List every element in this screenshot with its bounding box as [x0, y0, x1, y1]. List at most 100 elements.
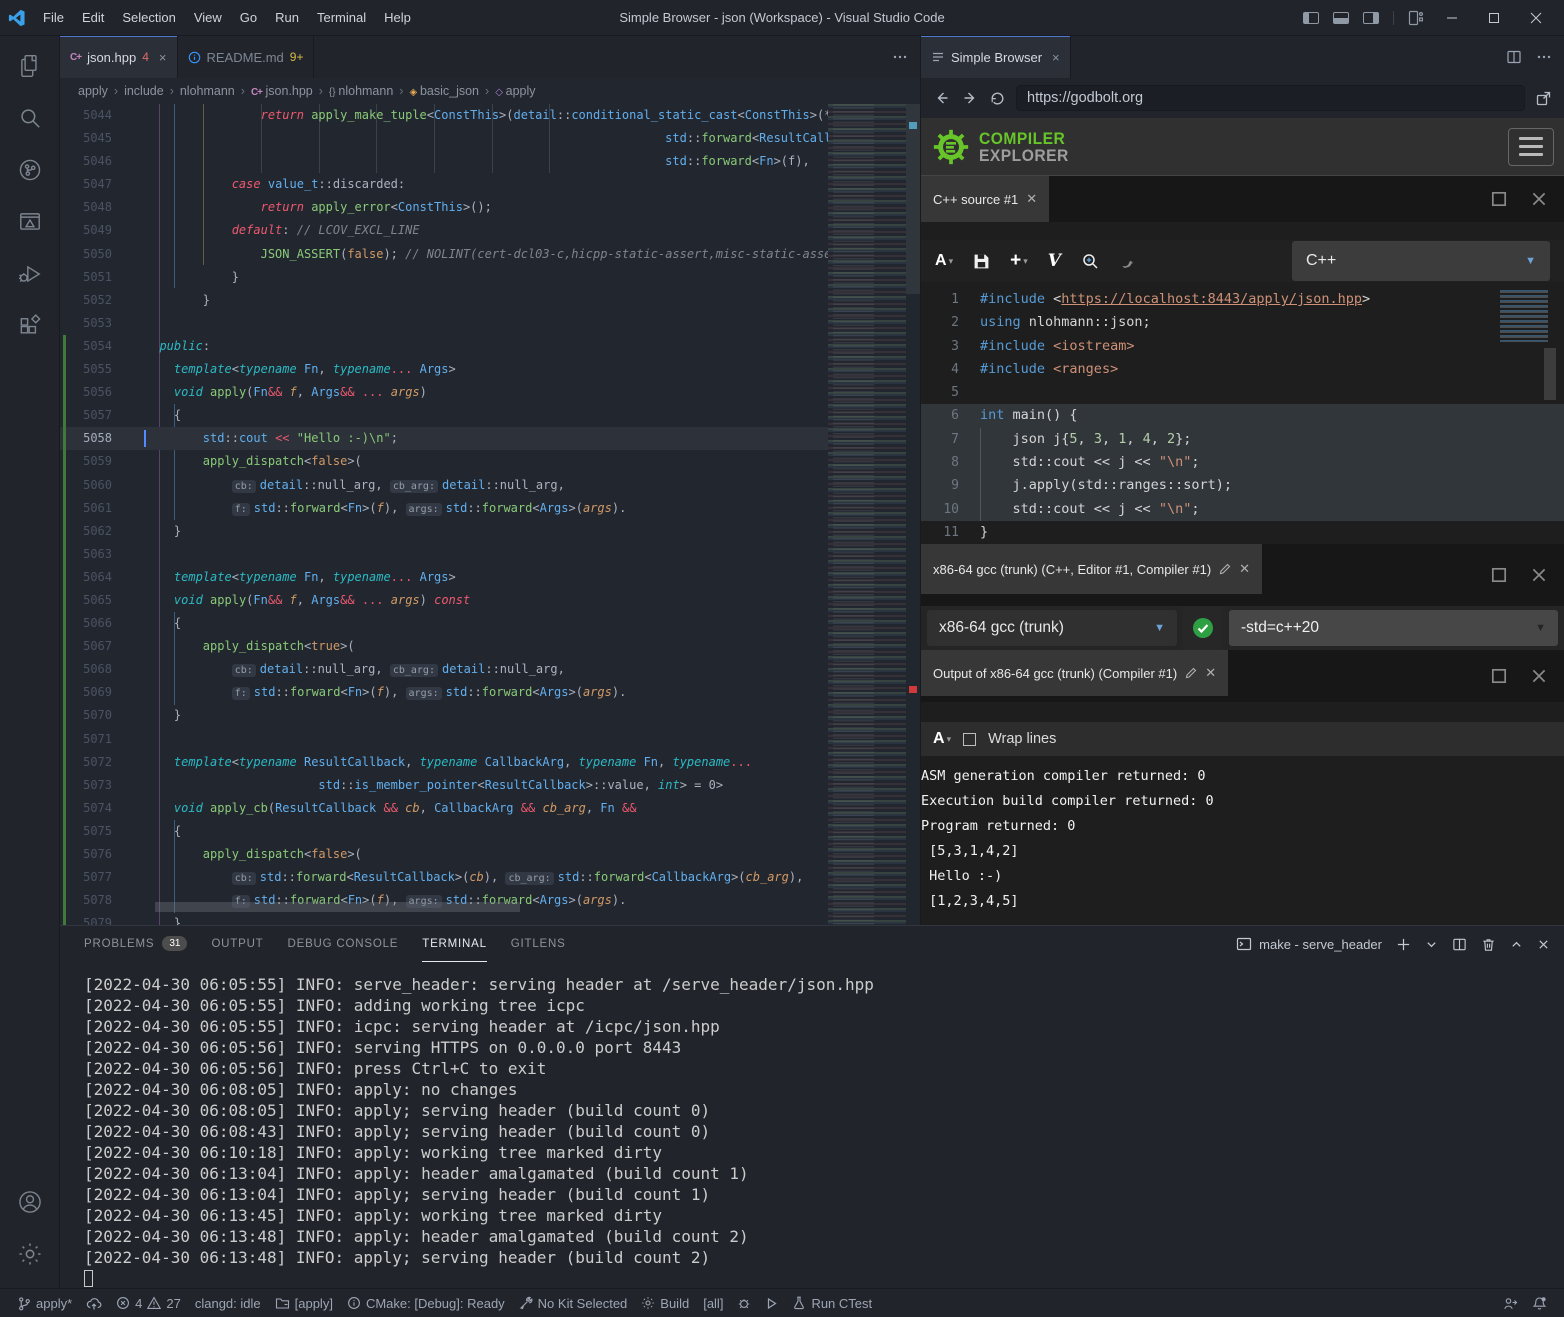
kit-status[interactable]: No Kit Selected — [512, 1289, 635, 1317]
cmake-project-status[interactable]: [apply] — [268, 1289, 340, 1317]
breadcrumb-item[interactable]: include — [124, 84, 164, 98]
run-debug-icon[interactable] — [6, 250, 54, 298]
breadcrumb-item[interactable]: C+ json.hpp — [251, 84, 313, 98]
ce-source-tab[interactable]: C++ source #1 ✕ — [921, 176, 1049, 222]
menu-selection[interactable]: Selection — [113, 0, 184, 36]
close-panel-icon[interactable] — [1537, 938, 1550, 951]
breadcrumb-item[interactable]: apply — [78, 84, 108, 98]
close-window-button[interactable] — [1522, 12, 1550, 24]
breadcrumb-item[interactable]: nlohmann — [180, 84, 235, 98]
compiler-options-input[interactable]: -std=c++20▼ — [1229, 610, 1558, 646]
split-terminal-icon[interactable] — [1452, 937, 1467, 952]
minimize-button[interactable] — [1438, 12, 1466, 24]
wrap-lines-checkbox[interactable] — [963, 733, 976, 746]
maximize-pane-icon[interactable] — [1490, 667, 1508, 685]
editor-more-actions-icon[interactable] — [892, 49, 908, 65]
edit-pane-title-icon[interactable] — [1219, 563, 1231, 575]
ce-compiler-tab[interactable]: x86-64 gcc (trunk) (C++, Editor #1, Comp… — [921, 544, 1262, 594]
feedback-icon[interactable] — [1496, 1296, 1525, 1311]
settings-gear-icon[interactable] — [6, 1230, 54, 1278]
test-explorer-icon[interactable] — [6, 198, 54, 246]
branch-status[interactable]: apply* — [10, 1289, 79, 1317]
zoom-search-icon[interactable] — [1081, 252, 1099, 270]
open-external-icon[interactable] — [1535, 90, 1552, 107]
customize-layout-icon[interactable] — [1408, 10, 1424, 26]
language-select[interactable]: C++▼ — [1292, 241, 1550, 281]
minimap[interactable] — [828, 104, 906, 925]
close-tab-icon[interactable]: × — [159, 50, 167, 65]
close-icon[interactable]: ✕ — [1239, 561, 1250, 577]
terminal-select[interactable]: make - serve_header — [1236, 936, 1382, 952]
vim-toggle-icon[interactable]: V — [1048, 251, 1061, 271]
split-editor-icon[interactable] — [1506, 49, 1522, 65]
font-size-button[interactable]: A▾ — [933, 730, 951, 748]
maximize-panel-icon[interactable] — [1510, 938, 1523, 951]
save-icon[interactable] — [973, 253, 990, 270]
maximize-pane-icon[interactable] — [1490, 566, 1508, 584]
breadcrumb-item[interactable]: ◇ apply — [495, 84, 535, 98]
terminal-dropdown-icon[interactable] — [1425, 938, 1438, 951]
notifications-bell-icon[interactable] — [1525, 1296, 1554, 1311]
toggle-secondary-sidebar-icon[interactable] — [1363, 12, 1379, 24]
tab-readme-md[interactable]: README.md 9+ — [178, 36, 315, 78]
tab-json-hpp[interactable]: C+ json.hpp 4 × — [60, 36, 178, 78]
build-button[interactable]: Build — [634, 1289, 696, 1317]
toggle-sidebar-icon[interactable] — [1303, 12, 1319, 24]
back-icon[interactable] — [933, 89, 951, 107]
menu-help[interactable]: Help — [375, 0, 420, 36]
ce-output-tab[interactable]: Output of x86-64 gcc (trunk) (Compiler #… — [921, 650, 1228, 696]
horizontal-scrollbar[interactable] — [155, 902, 520, 912]
tab-problems[interactable]: PROBLEMS 31 — [84, 926, 187, 962]
close-pane-icon[interactable] — [1530, 667, 1548, 685]
account-icon[interactable] — [6, 1178, 54, 1226]
editor-code-area[interactable]: 5044 return apply_make_tuple<ConstThis>(… — [60, 104, 920, 925]
vertical-scrollbar[interactable] — [906, 104, 920, 294]
problems-status[interactable]: 4 27 — [109, 1289, 188, 1317]
publish-status[interactable] — [79, 1289, 109, 1317]
url-input[interactable]: https://godbolt.org — [1016, 85, 1525, 111]
source-control-icon[interactable] — [6, 146, 54, 194]
tab-simple-browser[interactable]: Simple Browser × — [921, 36, 1071, 78]
close-pane-icon[interactable] — [1530, 566, 1548, 584]
bird-icon[interactable] — [1119, 252, 1137, 270]
ce-scrollbar[interactable] — [1544, 348, 1556, 400]
terminal-content[interactable]: [2022-04-30 06:05:55] INFO: serve_header… — [60, 962, 1564, 1288]
debug-button[interactable] — [730, 1289, 758, 1317]
search-icon[interactable] — [6, 94, 54, 142]
close-icon[interactable]: ✕ — [1205, 665, 1216, 681]
ctest-button[interactable]: Run CTest — [785, 1289, 879, 1317]
breadcrumb[interactable]: apply›include›nlohmann›C+ json.hpp›{} nl… — [60, 78, 920, 104]
menu-edit[interactable]: Edit — [73, 0, 113, 36]
cmake-status[interactable]: CMake: [Debug]: Ready — [340, 1289, 512, 1317]
breadcrumb-item[interactable]: {} nlohmann — [329, 84, 393, 98]
clangd-status[interactable]: clangd: idle — [188, 1289, 268, 1317]
build-target[interactable]: [all] — [696, 1289, 730, 1317]
close-icon[interactable]: ✕ — [1026, 191, 1037, 207]
menu-view[interactable]: View — [185, 0, 231, 36]
tab-output[interactable]: OUTPUT — [211, 926, 263, 962]
kill-terminal-icon[interactable] — [1481, 937, 1496, 952]
forward-icon[interactable] — [961, 89, 979, 107]
browser-more-actions-icon[interactable] — [1536, 49, 1552, 65]
new-terminal-icon[interactable] — [1396, 937, 1411, 952]
menu-file[interactable]: File — [34, 0, 73, 36]
edit-pane-title-icon[interactable] — [1185, 667, 1197, 679]
maximize-button[interactable] — [1480, 12, 1508, 24]
menu-run[interactable]: Run — [266, 0, 308, 36]
explorer-icon[interactable] — [6, 42, 54, 90]
extensions-icon[interactable] — [6, 302, 54, 350]
breadcrumb-item[interactable]: ◈ basic_json — [409, 84, 479, 98]
menu-go[interactable]: Go — [231, 0, 266, 36]
menu-terminal[interactable]: Terminal — [308, 0, 375, 36]
maximize-pane-icon[interactable] — [1490, 190, 1508, 208]
tab-debug-console[interactable]: DEBUG CONSOLE — [288, 926, 399, 962]
font-size-button[interactable]: A▾ — [935, 252, 953, 270]
toggle-panel-icon[interactable] — [1333, 12, 1349, 24]
tab-terminal[interactable]: TERMINAL — [422, 926, 487, 962]
ce-menu-icon[interactable] — [1508, 128, 1554, 166]
ce-source-editor[interactable]: 1#include <https://localhost:8443/apply/… — [921, 282, 1564, 544]
tab-gitlens[interactable]: GITLENS — [511, 926, 566, 962]
close-pane-icon[interactable] — [1530, 190, 1548, 208]
close-tab-icon[interactable]: × — [1052, 50, 1060, 65]
compiler-select[interactable]: x86-64 gcc (trunk)▼ — [927, 610, 1177, 646]
